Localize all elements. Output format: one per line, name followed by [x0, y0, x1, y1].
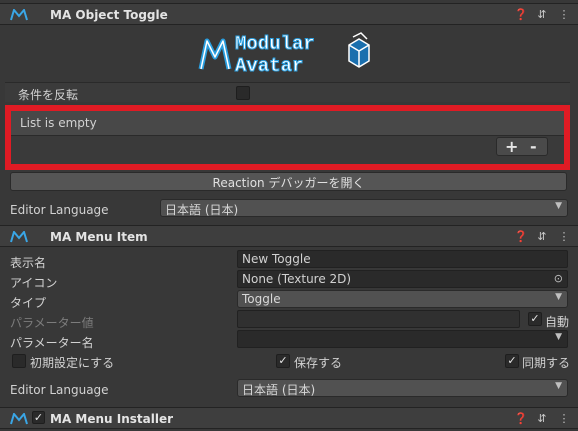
menu-item-title: MA Menu Item	[50, 230, 148, 244]
editor-language-value-1: 日本語 (日本)	[165, 203, 239, 217]
param-value-label: パラメーター値	[10, 316, 94, 330]
icon-value: None (Texture 2D)	[242, 272, 352, 286]
type-label: タイプ	[10, 296, 47, 310]
menu-installer-enabled-checkbox[interactable]: ✓	[32, 411, 45, 424]
type-value: Toggle	[242, 292, 281, 306]
param-name-label: パラメーター名	[10, 336, 94, 350]
saved-checkbox[interactable]: ✓	[276, 354, 290, 368]
ma-component-icon	[10, 9, 28, 21]
presets-icon[interactable]: ⇵	[536, 230, 548, 243]
more-icon[interactable]: ⋮	[558, 230, 570, 243]
reaction-debugger-button[interactable]: Reaction デバッガーを開く	[10, 172, 567, 191]
saved-label: 保存する	[294, 356, 343, 370]
auto-checkbox[interactable]: ✓	[528, 312, 542, 326]
more-icon[interactable]: ⋮	[558, 8, 570, 21]
editor-language-label-2: Editor Language	[10, 383, 109, 397]
dropdown-arrow-icon[interactable]: ▼	[555, 332, 562, 342]
object-toggle-header[interactable]: MA Object Toggle ❓ ⇵ ⋮	[0, 3, 578, 25]
ma-component-icon	[10, 413, 28, 425]
icon-object-field[interactable]: None (Texture 2D) ⊙	[237, 270, 568, 288]
cube-icon	[348, 32, 370, 68]
synced-checkbox[interactable]: ✓	[505, 354, 519, 368]
type-dropdown[interactable]: Toggle ▼	[237, 290, 568, 308]
menu-item-header[interactable]: MA Menu Item ❓ ⇵ ⋮	[0, 225, 578, 247]
add-button[interactable]: +	[505, 137, 518, 156]
default-on-label: 初期設定にする	[30, 356, 115, 370]
list-buttons: + -	[496, 137, 548, 156]
editor-language-dropdown-1[interactable]: 日本語 (日本) ▼	[160, 199, 568, 217]
param-value-input[interactable]	[237, 310, 520, 328]
auto-label: 自動	[545, 315, 570, 329]
display-name-input[interactable]: New Toggle	[237, 250, 568, 268]
menu-installer-header[interactable]: ✓ MA Menu Installer ❓ ⇵ ⋮	[0, 407, 578, 429]
invert-row	[5, 82, 570, 102]
more-icon[interactable]: ⋮	[558, 412, 570, 425]
object-toggle-title: MA Object Toggle	[50, 8, 168, 22]
ma-component-icon	[10, 231, 28, 243]
logo-line1: Modular	[235, 33, 315, 55]
list-empty-text: List is empty	[20, 116, 97, 130]
help-icon[interactable]: ❓	[514, 412, 528, 425]
synced-label: 同期する	[522, 356, 571, 370]
presets-icon[interactable]: ⇵	[536, 8, 548, 21]
logo-line2: Avatar	[235, 55, 303, 75]
default-on-checkbox[interactable]	[12, 354, 26, 368]
param-name-input[interactable]: ▼	[237, 330, 568, 348]
dropdown-arrow-icon: ▼	[555, 381, 562, 391]
presets-icon[interactable]: ⇵	[536, 412, 548, 425]
object-picker-icon[interactable]: ⊙	[554, 272, 563, 285]
editor-language-value-2: 日本語 (日本)	[242, 383, 316, 397]
menu-installer-title: MA Menu Installer	[50, 412, 174, 426]
dropdown-arrow-icon: ▼	[555, 292, 562, 302]
remove-button[interactable]: -	[530, 137, 537, 156]
invert-label: 条件を反転	[18, 88, 79, 102]
invert-checkbox[interactable]	[236, 86, 250, 100]
icon-label: アイコン	[10, 276, 58, 290]
editor-language-dropdown-2[interactable]: 日本語 (日本) ▼	[237, 379, 568, 397]
editor-language-label-1: Editor Language	[10, 203, 109, 217]
list-body	[11, 135, 564, 164]
modular-avatar-logo: Modular Avatar	[195, 27, 385, 78]
help-icon[interactable]: ❓	[514, 230, 528, 243]
display-name-label: 表示名	[10, 256, 47, 270]
help-icon[interactable]: ❓	[514, 8, 528, 21]
dropdown-arrow-icon: ▼	[555, 201, 562, 211]
